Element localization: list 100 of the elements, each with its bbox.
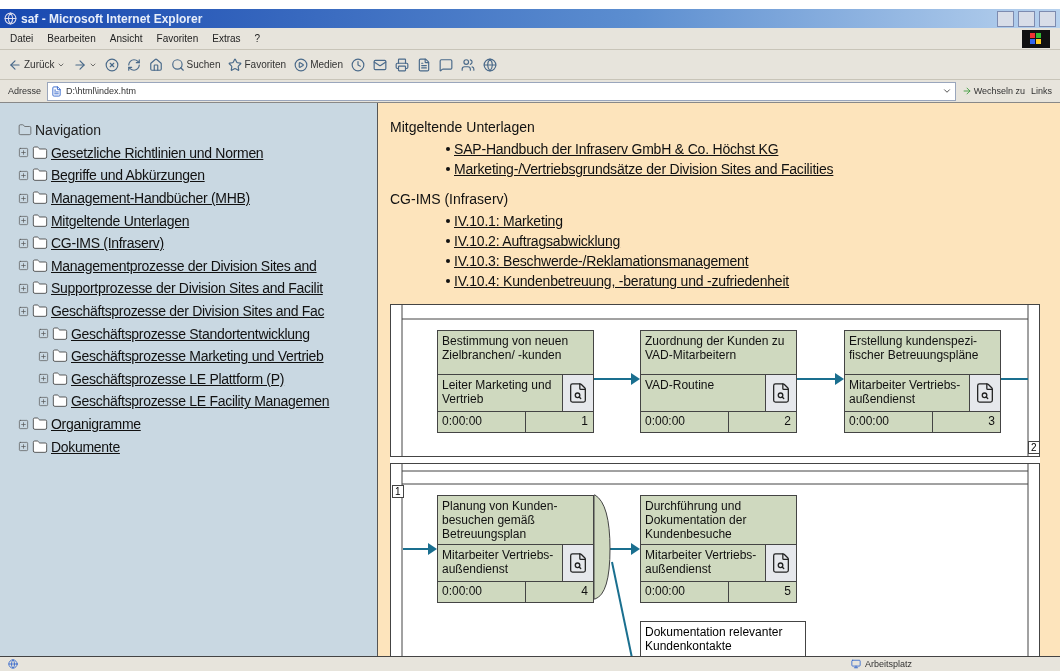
nav-link[interactable]: Geschäftsprozesse Standortentwicklung — [71, 325, 310, 342]
process-role: VAD-Routine — [644, 377, 716, 394]
magnifier-document-icon[interactable] — [765, 545, 796, 581]
tree-root-icon — [18, 123, 32, 138]
search-button[interactable]: Suchen — [170, 57, 221, 72]
nav-link[interactable]: Gesetzliche Richtlinien und Normen — [51, 144, 264, 161]
process-number: 2 — [783, 413, 792, 430]
folder-icon — [32, 303, 48, 320]
history-button[interactable] — [351, 57, 365, 72]
discuss-button[interactable] — [439, 57, 453, 72]
nav-link[interactable]: Geschäftsprozesse LE Plattform (P) — [71, 370, 285, 387]
menu-item[interactable]: Datei — [10, 33, 34, 44]
connector-arrow — [609, 543, 640, 555]
back-button[interactable]: Zurück — [8, 57, 65, 72]
messenger-button[interactable] — [461, 57, 475, 72]
go-button[interactable]: Wechseln zu — [961, 86, 1025, 96]
home-button[interactable] — [148, 57, 163, 72]
nav-link[interactable]: Managementprozesse der Division Sites and — [51, 257, 317, 274]
magnifier-document-icon[interactable] — [562, 545, 593, 581]
magnifier-document-icon[interactable] — [969, 375, 1000, 411]
forward-icon — [72, 57, 87, 72]
document-link[interactable]: IV.10.2: Auftragsabwicklung — [454, 233, 621, 249]
nav-link[interactable]: Geschäftsprozesse LE Facility Managemen — [71, 393, 330, 410]
expand-icon[interactable] — [18, 147, 29, 159]
links-button[interactable]: Links — [1031, 86, 1052, 96]
expand-icon[interactable] — [18, 441, 29, 453]
connector-arrow — [593, 373, 640, 385]
process-number: 4 — [580, 583, 589, 600]
document-link[interactable]: IV.10.3: Beschwerde-/Reklamationsmanagement — [454, 253, 749, 269]
nav-link[interactable]: Mitgeltende Unterlagen — [51, 212, 190, 229]
expand-icon[interactable] — [18, 282, 29, 294]
folder-icon — [52, 325, 68, 342]
process-role: Leiter Marketing und Vertrieb — [441, 377, 553, 408]
zone-label: Arbeitsplatz — [850, 659, 912, 669]
globe-button[interactable] — [483, 57, 497, 72]
magnifier-document-icon[interactable] — [562, 375, 593, 411]
print-button[interactable] — [395, 57, 409, 72]
mail-button[interactable] — [373, 57, 387, 72]
page-marker: 2 — [1028, 441, 1040, 454]
document-link[interactable]: Marketing-/Vertriebsgrundsätze der Division Sites and Facilities — [454, 161, 834, 177]
document-box: Dokumentation relevanter Kundenkontakte — [640, 621, 806, 656]
process-role: Mitarbeiter Vertriebs-außendienst — [848, 377, 962, 408]
document-link[interactable]: IV.10.1: Marketing — [454, 213, 563, 229]
nav-link[interactable]: Dokumente — [51, 438, 120, 455]
expand-icon[interactable] — [38, 328, 49, 340]
folder-icon — [32, 235, 48, 252]
connector-arrow — [796, 373, 844, 385]
expand-icon[interactable] — [18, 170, 29, 181]
bullet-icon — [446, 219, 450, 223]
navigation-title: Navigation — [35, 122, 102, 139]
back-icon — [8, 57, 22, 72]
document-link[interactable]: IV.10.4: Kundenbetreuung, -beratung und -zufriedenheit — [454, 273, 790, 289]
refresh-button[interactable] — [126, 57, 141, 72]
expand-icon[interactable] — [18, 260, 29, 272]
nav-link[interactable]: Supportprozesse der Division Sites and Facilit — [51, 280, 323, 297]
browser-icon — [4, 12, 17, 25]
stop-button[interactable] — [104, 57, 119, 72]
magnifier-document-icon[interactable] — [765, 375, 796, 411]
process-time: 0:00:00 — [641, 582, 729, 602]
folder-icon — [32, 416, 48, 432]
search-icon — [170, 57, 185, 72]
forward-button[interactable] — [72, 57, 97, 72]
arrow-icon — [961, 86, 972, 96]
expand-icon[interactable] — [18, 418, 29, 430]
nav-link[interactable]: CG-IMS (Infraserv) — [51, 235, 164, 252]
nav-link[interactable]: Management-Handbücher (MHB) — [51, 190, 250, 207]
favorites-button[interactable]: Favoriten — [228, 57, 287, 72]
folder-icon — [52, 348, 68, 365]
folder-icon — [52, 370, 68, 387]
nav-link[interactable]: Organigramme — [51, 416, 141, 432]
menu-item[interactable]: ? — [254, 33, 261, 44]
process-time: 0:00:00 — [438, 582, 526, 602]
expand-icon[interactable] — [38, 395, 49, 407]
nav-link[interactable]: Geschäftsprozesse der Division Sites and Fac — [51, 303, 325, 320]
menu-item[interactable]: Extras — [212, 33, 241, 44]
expand-icon[interactable] — [18, 192, 29, 204]
expand-icon[interactable] — [18, 237, 29, 249]
expand-icon[interactable] — [18, 215, 29, 227]
menu-item[interactable]: Favoriten — [156, 33, 199, 44]
media-button[interactable]: Medien — [294, 57, 343, 72]
nav-link[interactable]: Geschäftsprozesse Marketing und Vertrieb — [71, 348, 324, 365]
edit-button[interactable] — [417, 57, 431, 72]
expand-icon[interactable] — [38, 350, 49, 362]
nav-link[interactable]: Begriffe und Abkürzungen — [51, 167, 205, 184]
bullet-icon — [446, 167, 450, 171]
menu-item[interactable]: Bearbeiten — [47, 33, 96, 44]
address-field[interactable]: D:\html\index.htm — [47, 81, 956, 101]
windows-logo — [1022, 29, 1050, 48]
folder-icon — [52, 393, 68, 410]
folder-icon — [32, 212, 48, 229]
window-title: saf - Microsoft Internet Explorer — [21, 11, 204, 26]
document-link[interactable]: SAP-Handbuch der Infraserv GmbH & Co. Höchst KG — [454, 141, 779, 157]
caret-icon[interactable] — [941, 86, 952, 96]
process-number: 1 — [580, 413, 589, 430]
folder-icon — [32, 190, 48, 207]
messenger-icon — [461, 57, 475, 72]
stop-icon — [104, 57, 119, 72]
expand-icon[interactable] — [18, 305, 29, 317]
menu-item[interactable]: Ansicht — [109, 33, 143, 44]
expand-icon[interactable] — [38, 373, 49, 385]
